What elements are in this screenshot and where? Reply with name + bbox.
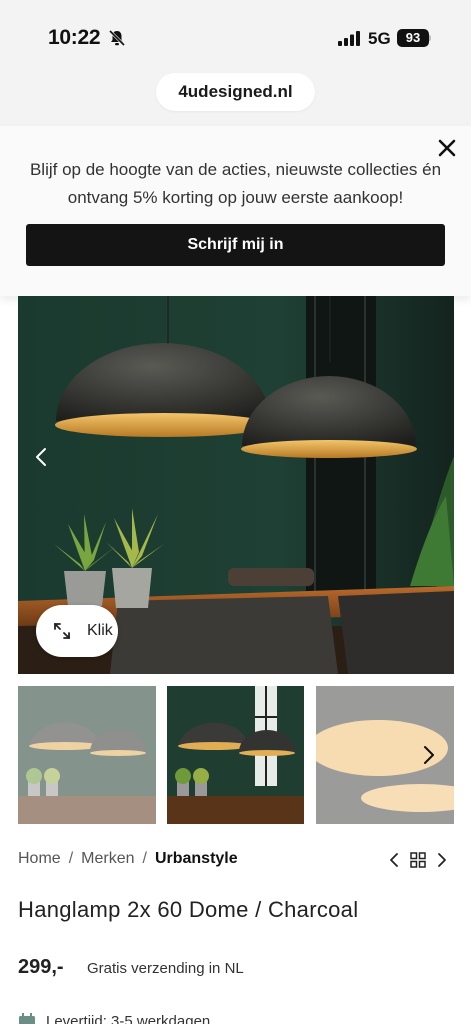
breadcrumb-brands[interactable]: Merken: [81, 850, 134, 867]
grid-icon[interactable]: [410, 852, 426, 868]
product-price: 299,-: [18, 956, 64, 978]
shipping-note: Gratis verzending in NL: [87, 960, 244, 977]
breadcrumb-current[interactable]: Urbanstyle: [155, 850, 238, 867]
breadcrumb-separator: /: [68, 850, 74, 867]
previous-product-icon[interactable]: [387, 852, 401, 868]
network-type: 5G: [368, 29, 391, 48]
gallery-prev-icon[interactable]: [34, 446, 48, 468]
signal-icon: [338, 31, 360, 46]
thumbnail-selected[interactable]: [167, 686, 304, 824]
delivery-time: Levertijd: 3-5 werkdagen: [46, 1013, 211, 1024]
product-title: Hanglamp 2x 60 Dome / Charcoal: [18, 897, 359, 922]
subscribe-button[interactable]: Schrijf mij in: [26, 224, 445, 266]
browser-url-area: 4udesigned.nl: [0, 70, 471, 126]
breadcrumb-home[interactable]: Home: [18, 850, 61, 867]
next-product-icon[interactable]: [435, 852, 449, 868]
newsletter-text: Blijf op de hoogte van de acties, nieuws…: [29, 160, 442, 207]
thumbnails-next-icon[interactable]: [422, 744, 436, 766]
zoom-label: Klik: [87, 622, 113, 639]
newsletter-banner: Blijf op de hoogte van de acties, nieuws…: [0, 126, 471, 296]
status-bar: 10:22 5G 93: [0, 0, 471, 70]
zoom-button[interactable]: Klik: [36, 605, 118, 657]
battery-level: 93: [397, 29, 429, 47]
thumbnail[interactable]: [18, 686, 156, 824]
expand-icon: [54, 623, 70, 639]
breadcrumb-separator: /: [142, 850, 147, 867]
battery-icon: [429, 35, 431, 41]
url-bar[interactable]: 4udesigned.nl: [156, 73, 315, 111]
thumbnail-photo: [167, 686, 304, 824]
status-time: 10:22: [48, 26, 101, 49]
bell-muted-icon: [108, 29, 126, 47]
breadcrumb: Home / Merken / Urbanstyle: [18, 850, 238, 868]
calendar-icon: [19, 1013, 35, 1024]
